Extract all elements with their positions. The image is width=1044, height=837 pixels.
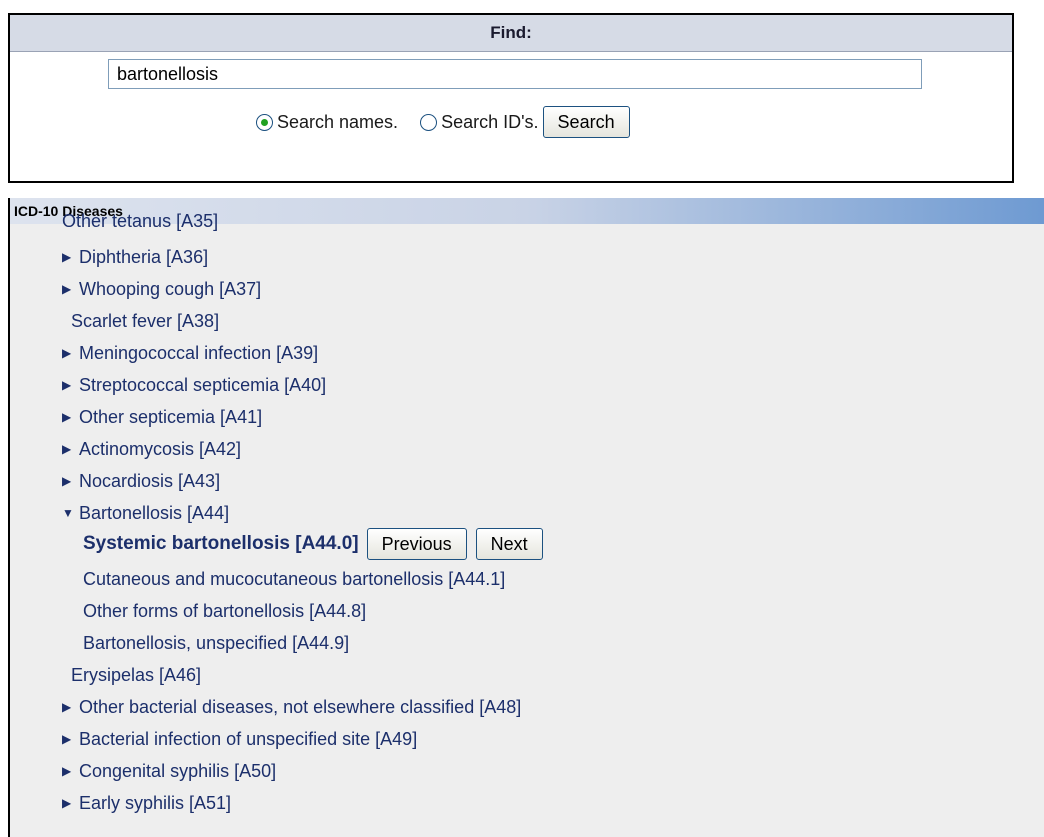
- tree-item-label: Congenital syphilis [A50]: [79, 761, 277, 781]
- tree-item[interactable]: ▶ Bacterial infection of unspecified site…: [62, 725, 417, 753]
- find-header: Find:: [10, 15, 1012, 52]
- expand-arrow-icon[interactable]: ▶: [62, 243, 76, 271]
- radio-selected-dot: [261, 118, 268, 126]
- tree-item-label: Diphtheria [A36]: [79, 247, 209, 267]
- tree-item[interactable]: ▶ Congenital syphilis [A50]: [62, 757, 276, 785]
- search-button[interactable]: Search: [542, 106, 630, 138]
- tree-item-label: Actinomycosis [A42]: [79, 439, 242, 459]
- tree-item-label: Early syphilis [A51]: [79, 793, 232, 813]
- expand-arrow-icon[interactable]: ▶: [62, 403, 76, 431]
- tree-item-label: Bartonellosis, unspecified [A44.9]: [83, 633, 350, 653]
- search-names-radio[interactable]: [256, 113, 273, 131]
- tree-item-label: Meningococcal infection [A39]: [79, 343, 319, 363]
- tree-item-label: Nocardiosis [A43]: [79, 471, 221, 491]
- tree-item-label: Other forms of bartonellosis [A44.8]: [83, 601, 367, 621]
- find-panel: Find: Search names. Search ID's. Search: [8, 13, 1014, 183]
- tree-item[interactable]: Scarlet fever [A38]: [71, 307, 219, 335]
- tree-item[interactable]: ▶ Nocardiosis [A43]: [62, 467, 220, 495]
- expand-arrow-icon[interactable]: ▶: [62, 339, 76, 367]
- tree-item[interactable]: ▶ Other bacterial diseases, not elsewhere…: [62, 693, 521, 721]
- tree-item-label: Other septicemia [A41]: [79, 407, 263, 427]
- tree-item-label: Bartonellosis [A44]: [79, 503, 230, 523]
- tree-item-expanded[interactable]: ▼ Bartonellosis [A44]: [62, 499, 229, 527]
- previous-button[interactable]: Previous: [366, 528, 467, 560]
- expand-arrow-icon[interactable]: ▶: [62, 435, 76, 463]
- tree-item[interactable]: ▶ Early syphilis [A51]: [62, 789, 231, 817]
- tree-item[interactable]: ▶ Meningococcal infection [A39]: [62, 339, 318, 367]
- tree-item-label: Cutaneous and mucocutaneous bartonellosi…: [83, 569, 506, 589]
- search-ids-label[interactable]: Search ID's.: [441, 112, 538, 133]
- tree-item[interactable]: Erysipelas [A46]: [71, 661, 201, 689]
- expand-arrow-icon[interactable]: ▶: [62, 467, 76, 495]
- tree-item-label: Other tetanus [A35]: [62, 211, 219, 231]
- tree-panel: ICD-10 Diseases Other tetanus [A35] ▶ Dip…: [8, 198, 1044, 837]
- tree-item-label: Bacterial infection of unspecified site …: [79, 729, 418, 749]
- expand-arrow-icon[interactable]: ▶: [62, 725, 76, 753]
- tree-item-label: Scarlet fever [A38]: [71, 311, 220, 331]
- tree-item[interactable]: Other forms of bartonellosis [A44.8]: [83, 597, 366, 625]
- expand-arrow-icon[interactable]: ▶: [62, 757, 76, 785]
- collapse-arrow-icon[interactable]: ▼: [62, 499, 76, 527]
- expand-arrow-icon[interactable]: ▶: [62, 275, 76, 303]
- expand-arrow-icon[interactable]: ▶: [62, 693, 76, 721]
- tree-item-label: Whooping cough [A37]: [79, 279, 262, 299]
- tree-item[interactable]: ▶ Other septicemia [A41]: [62, 403, 262, 431]
- tree-item-selected[interactable]: Systemic bartonellosis [A44.0] Previous …: [83, 528, 543, 560]
- tree-item[interactable]: Bartonellosis, unspecified [A44.9]: [83, 629, 349, 657]
- search-ids-radio[interactable]: [420, 113, 438, 131]
- tree-item[interactable]: Cutaneous and mucocutaneous bartonellosi…: [83, 565, 505, 593]
- expand-arrow-icon[interactable]: ▶: [62, 789, 76, 817]
- tree-item[interactable]: ▶ Diphtheria [A36]: [62, 243, 208, 271]
- search-input[interactable]: [108, 59, 922, 89]
- search-options: Search names. Search ID's. Search: [256, 105, 630, 139]
- expand-arrow-icon[interactable]: ▶: [62, 371, 76, 399]
- next-button[interactable]: Next: [475, 528, 543, 560]
- search-names-label[interactable]: Search names.: [277, 112, 398, 133]
- tree-item-clipped[interactable]: Other tetanus [A35]: [62, 207, 218, 235]
- tree-item-label: Other bacterial diseases, not elsewhere …: [79, 697, 522, 717]
- tree-item[interactable]: ▶ Streptococcal septicemia [A40]: [62, 371, 326, 399]
- tree-item[interactable]: ▶ Actinomycosis [A42]: [62, 435, 241, 463]
- tree-item-label: Systemic bartonellosis [A44.0]: [83, 533, 359, 554]
- tree-item[interactable]: ▶ Whooping cough [A37]: [62, 275, 261, 303]
- tree-item-label: Streptococcal septicemia [A40]: [79, 375, 327, 395]
- tree-item-label: Erysipelas [A46]: [71, 665, 202, 685]
